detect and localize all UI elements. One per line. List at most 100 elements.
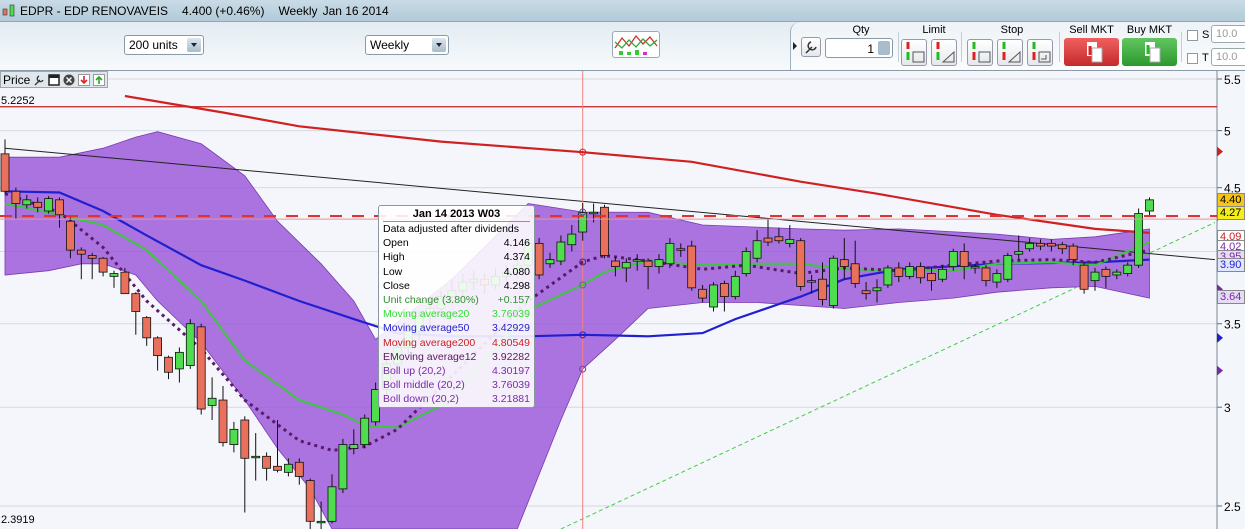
candle-body: [894, 267, 904, 277]
candle-body: [196, 326, 206, 410]
candle-body: [33, 201, 43, 208]
candle-body: [131, 293, 141, 312]
axis-tick-label: 5: [1224, 125, 1231, 139]
move-down-icon[interactable]: [78, 73, 91, 86]
candle-body: [981, 267, 991, 282]
candle-body: [283, 463, 293, 473]
candle-body: [1090, 271, 1100, 282]
tooltip-row-value: 4.146: [503, 237, 530, 250]
tooltip-row-label: Unit change (3.80%): [383, 293, 479, 306]
expand-arrow-icon[interactable]: [793, 42, 797, 50]
candle-body: [632, 259, 642, 262]
candle-body: [66, 220, 75, 251]
candle-body: [818, 278, 827, 300]
wrench-icon[interactable]: [33, 74, 45, 86]
s-checkbox[interactable]: [1187, 30, 1198, 41]
candle-body: [556, 241, 566, 262]
chart-canvas[interactable]: 5.554.53.532.5: [0, 71, 1245, 529]
tooltip-row: Boll down (20,2) 3.21881: [383, 392, 530, 406]
tooltip-row-label: Moving average20: [383, 308, 470, 321]
tooltip-row-label: Boll middle (20,2): [383, 379, 465, 392]
stop-button-1[interactable]: [967, 39, 993, 66]
candle-body: [730, 275, 740, 297]
tooltip-row-value: 4.374: [503, 251, 530, 264]
tooltip-row-label: Moving average50: [383, 322, 470, 335]
candle-body: [611, 260, 620, 267]
tooltip-row: Low 4.080: [383, 265, 530, 279]
window-icon[interactable]: [48, 73, 61, 86]
candle-body: [1068, 245, 1078, 261]
s-value-input[interactable]: 10.0: [1211, 25, 1245, 43]
units-select[interactable]: 200 units: [124, 35, 204, 55]
limit-buy-button[interactable]: [931, 39, 957, 66]
candle-body: [109, 273, 119, 277]
axis-tick-label: 2.5: [1224, 500, 1241, 514]
candle-body: [153, 337, 163, 357]
buy-market-button[interactable]: [1122, 38, 1177, 66]
stop-order-icon: [1002, 42, 1021, 63]
qty-input[interactable]: 1: [825, 38, 893, 58]
candle-body: [98, 257, 108, 273]
tooltip-row: Open 4.146: [383, 236, 530, 250]
candle-body: [720, 283, 729, 297]
candle-body: [1112, 271, 1122, 276]
tooltip-header: Jan 14 2013 W03: [383, 206, 530, 222]
candle-body: [948, 251, 958, 267]
move-up-icon[interactable]: [93, 73, 106, 86]
stop-order-icon: [972, 42, 991, 63]
chevron-down-icon[interactable]: [432, 38, 446, 52]
tooltip-row: Moving average200 4.80549: [383, 336, 530, 350]
candle-body: [142, 317, 152, 339]
tooltip-row-value: 3.92282: [492, 350, 530, 363]
candle-body: [774, 236, 784, 242]
candle-body: [164, 356, 173, 373]
chevron-down-icon[interactable]: [187, 38, 201, 52]
candle-body: [76, 249, 86, 255]
stop-button-2[interactable]: [997, 39, 1023, 66]
axis-price-label: 3.64: [1217, 290, 1245, 304]
stop-button-3[interactable]: [1027, 39, 1053, 66]
candle-body: [22, 199, 32, 206]
candle-body: [872, 287, 882, 292]
candle-body: [600, 206, 609, 256]
candle-body: [883, 267, 893, 286]
period-select[interactable]: Weekly: [365, 35, 449, 55]
candle-body: [654, 259, 664, 267]
price-marker-triangle: [1217, 365, 1223, 376]
candle-body: [785, 238, 795, 244]
indicators-icon: [614, 34, 658, 55]
price-panel-label: Price: [3, 72, 31, 87]
tooltip-row-label: Boll up (20,2): [383, 364, 446, 377]
candle-body: [262, 455, 272, 469]
candle-body: [1036, 242, 1045, 247]
t-value-input[interactable]: 10.0: [1211, 48, 1245, 66]
t-checkbox[interactable]: [1187, 53, 1198, 64]
candle-body: [229, 428, 239, 445]
limit-label: Limit: [922, 24, 946, 36]
price-marker-triangle: [1217, 332, 1223, 343]
qty-stepper[interactable]: [878, 41, 890, 55]
limit-sell-button[interactable]: [901, 39, 927, 66]
candle-body: [1145, 199, 1154, 212]
indicators-button[interactable]: [612, 31, 660, 58]
candle-body: [861, 290, 871, 295]
price-marker-triangle: [1217, 146, 1223, 157]
candle-body: [959, 251, 969, 267]
settings-wrench-button[interactable]: [801, 37, 821, 57]
trade-panel: Qty 1 Limit Stop Sell MKT Buy MKT S 10.0…: [790, 22, 1245, 70]
period-label: Weekly: [278, 3, 318, 18]
candle-body: [174, 351, 184, 370]
price-panel-header: Price: [0, 71, 109, 88]
s-label: S: [1202, 29, 1210, 41]
price-chart[interactable]: 5.5 5 4.5 3.5 3 2.5: [0, 70, 1245, 529]
close-icon[interactable]: [63, 74, 75, 86]
tooltip-row: Moving average50 3.42929: [383, 321, 530, 335]
candle-body: [251, 455, 261, 459]
candle-body: [752, 240, 762, 259]
candle-body: [87, 255, 97, 259]
qty-value: 1: [867, 42, 874, 56]
sell-market-button[interactable]: [1064, 38, 1119, 66]
tooltip-row-value: 3.76039: [492, 379, 530, 392]
candle-body: [970, 266, 980, 269]
tooltip-row-value: 4.30197: [492, 364, 530, 377]
